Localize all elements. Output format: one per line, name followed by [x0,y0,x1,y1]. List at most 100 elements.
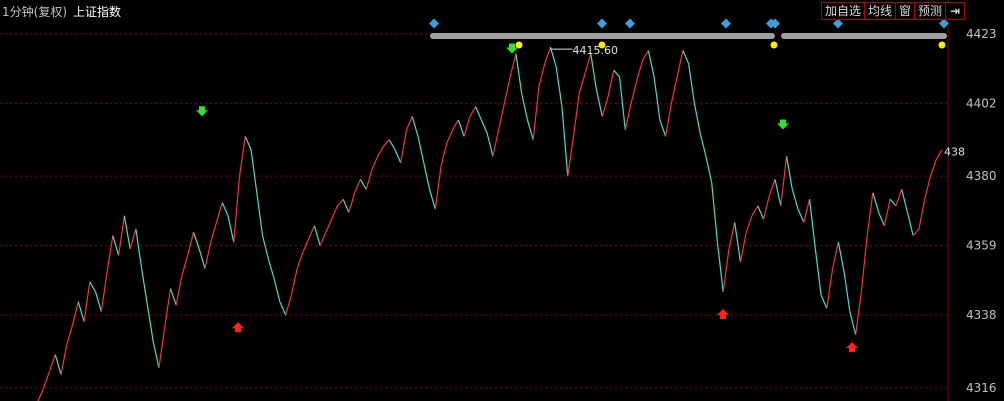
price-segment [549,46,557,68]
price-segment [388,139,396,150]
price-chart[interactable]: 4423 4402 4380 4359 4338 4316 438 4415.60 [0,0,1004,401]
chart-title-bar: 1分钟(复权) 上证指数 [2,3,121,20]
event-diamond-icon [597,18,607,29]
price-segment [860,235,868,292]
y-tick-label: 4359 [966,239,997,253]
price-segment [647,50,655,78]
price-segment [665,103,672,137]
price-segment [446,129,454,144]
price-segment [745,215,753,233]
price-segment [169,288,177,306]
price-segment [532,86,540,140]
price-segment [906,212,914,236]
price-segment [878,212,885,226]
price-segment [814,248,822,296]
index-name: 上证指数 [73,5,122,19]
price-segment [883,199,891,226]
event-dot-icon [515,41,523,49]
price-segment [791,189,799,210]
price-segment [578,73,586,94]
event-dot-icon [598,41,606,49]
event-strip [781,33,947,39]
price-segment [354,179,361,193]
price-segment [463,116,471,137]
price-segment [895,189,903,207]
price-segment [187,232,195,256]
price-segment [676,50,684,78]
price-segment [383,139,390,147]
price-segment [935,149,943,160]
price-segment [348,192,356,213]
price-segment [705,156,713,183]
y-tick-label: 4402 [966,96,997,110]
price-segment [636,60,644,81]
price-segment [469,106,477,117]
price-segment [261,235,269,259]
price-segment [929,159,937,177]
price-segment [901,189,909,213]
price-segment [544,46,552,64]
y-tick-label: 4338 [966,308,997,322]
price-segment [572,93,580,137]
price-segment [146,305,154,342]
price-segment [89,281,97,293]
price-segment [607,70,615,97]
price-segment [325,218,333,233]
price-segment [371,156,379,170]
price-segment [601,96,609,117]
price-segment [273,278,281,302]
price-segment [123,215,131,249]
price-segment [722,248,730,292]
add-watchlist-button[interactable]: 加自选 [821,2,866,20]
price-segment [106,235,114,273]
sell-arrow-icon [196,106,208,117]
price-segment [313,225,321,246]
y-tick-label: 4423 [966,27,997,41]
price-segment [716,242,724,292]
price-segment [785,156,793,190]
price-segment [221,202,229,217]
window-button[interactable]: 窗 [895,2,916,20]
price-segment [423,162,431,190]
price-segment [204,242,212,269]
price-segment [734,222,742,263]
price-segment [227,215,235,243]
price-segment [43,371,51,388]
exit-arrow-icon[interactable]: ⇥ [945,2,966,20]
price-segment [233,176,241,243]
price-segment [359,179,367,190]
price-segment [492,129,500,157]
price-segment [521,93,529,121]
price-segment [509,53,517,78]
price-segment [83,281,91,322]
price-segment [751,205,759,217]
price-segment [452,119,459,131]
price-segment [285,295,292,316]
price-segment [71,301,79,326]
price-segment [780,156,788,206]
event-dot-icon [938,41,946,49]
price-segment [561,106,569,177]
price-segment [100,271,108,312]
price-segment [762,195,770,220]
ma-lines-button[interactable]: 均线 [864,2,897,20]
price-segment [682,50,690,64]
buy-arrow-icon [232,322,244,333]
price-segment [342,199,350,213]
price-segment [837,242,845,273]
price-segment [555,66,563,107]
chart-window: 4423 4402 4380 4359 4338 4316 438 4415.60 1分钟(复… [0,0,1004,401]
event-dot-icon [770,41,778,49]
price-segment [613,69,621,78]
price-segment [296,251,304,269]
price-segment [693,103,701,134]
price-segment [152,341,160,369]
price-segment [158,328,166,369]
price-segment [192,232,200,250]
price-segment [688,63,696,104]
forecast-button[interactable]: 预测 [914,2,947,20]
price-segment [808,199,816,249]
price-segment [54,354,62,375]
buy-arrow-icon [846,342,858,353]
price-segment [820,294,828,309]
